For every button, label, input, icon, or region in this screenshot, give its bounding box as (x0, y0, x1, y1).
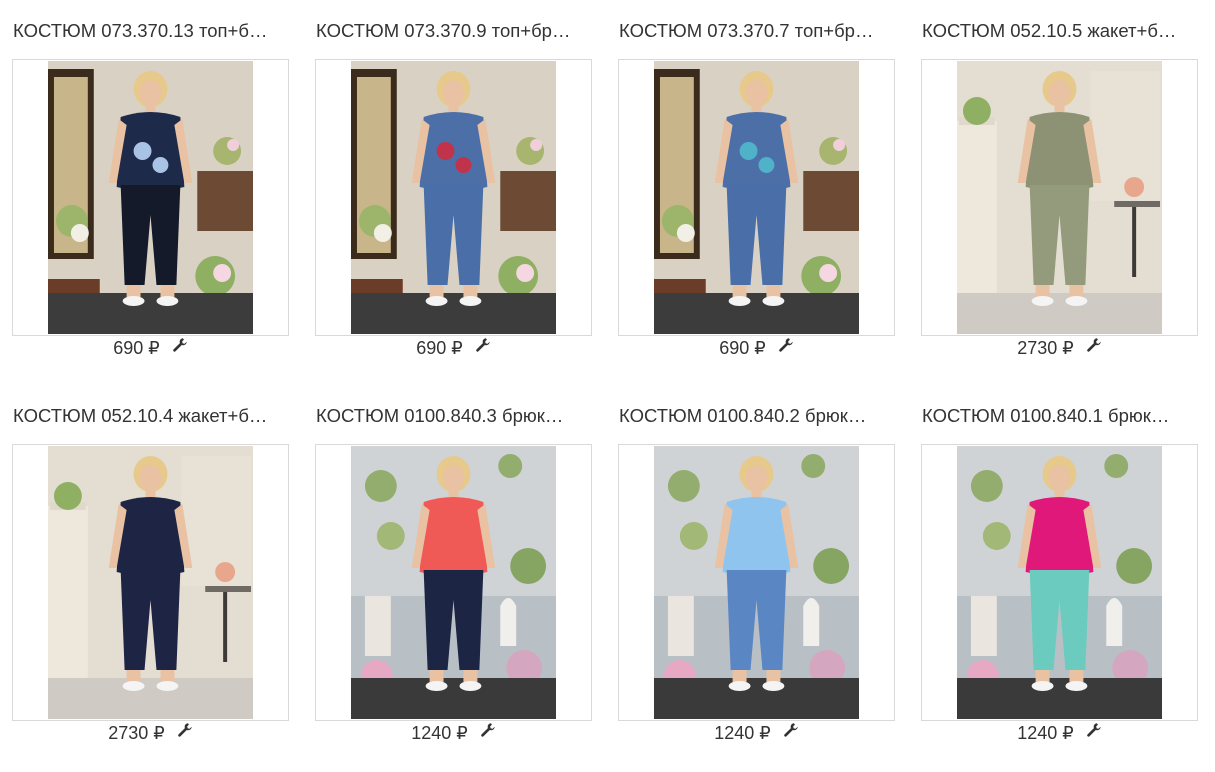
product-title[interactable]: КОСТЮМ 052.10.5 жакет+б… (922, 19, 1197, 43)
product-title[interactable]: КОСТЮМ 073.370.13 топ+б… (13, 19, 288, 43)
wrench-icon[interactable] (475, 337, 491, 353)
product-card: КОСТЮМ 052.10.5 жакет+б… 2730 ₽ (921, 0, 1198, 385)
product-photo[interactable] (654, 61, 859, 334)
product-image-frame[interactable] (921, 444, 1198, 721)
wrench-icon[interactable] (778, 337, 794, 353)
wrench-icon[interactable] (783, 722, 799, 738)
product-card: КОСТЮМ 0100.840.2 брюк… 1240 ₽ (618, 385, 895, 770)
product-image-frame[interactable] (315, 444, 592, 721)
product-photo[interactable] (351, 61, 556, 334)
price-row: 690 ₽ (12, 336, 289, 360)
product-price: 1240 ₽ (411, 722, 468, 743)
product-card: КОСТЮМ 0100.840.1 брюк… 1240 ₽ (921, 385, 1198, 770)
product-title[interactable]: КОСТЮМ 0100.840.3 брюк… (316, 404, 591, 428)
product-photo[interactable] (957, 446, 1162, 719)
product-card: КОСТЮМ 073.370.9 топ+бр… 690 ₽ (315, 0, 592, 385)
product-photo[interactable] (351, 446, 556, 719)
product-title[interactable]: КОСТЮМ 0100.840.2 брюк… (619, 404, 894, 428)
price-row: 690 ₽ (315, 336, 592, 360)
product-title[interactable]: КОСТЮМ 052.10.4 жакет+б… (13, 404, 288, 428)
product-grid: КОСТЮМ 073.370.13 топ+б… 690 ₽ КОСТЮМ 07… (12, 0, 1202, 770)
product-price: 2730 ₽ (108, 722, 165, 743)
product-image-frame[interactable] (12, 444, 289, 721)
product-card: КОСТЮМ 0100.840.3 брюк… 1240 ₽ (315, 385, 592, 770)
product-photo[interactable] (48, 61, 253, 334)
price-row: 1240 ₽ (618, 721, 895, 745)
product-price: 2730 ₽ (1017, 337, 1074, 358)
price-row: 690 ₽ (618, 336, 895, 360)
product-price: 1240 ₽ (714, 722, 771, 743)
product-card: КОСТЮМ 052.10.4 жакет+б… 2730 ₽ (12, 385, 289, 770)
product-image-frame[interactable] (921, 59, 1198, 336)
product-photo[interactable] (957, 61, 1162, 334)
product-image-frame[interactable] (12, 59, 289, 336)
price-row: 2730 ₽ (921, 336, 1198, 360)
product-image-frame[interactable] (618, 59, 895, 336)
product-photo[interactable] (654, 446, 859, 719)
wrench-icon[interactable] (1086, 722, 1102, 738)
wrench-icon[interactable] (172, 337, 188, 353)
product-price: 690 ₽ (719, 337, 766, 358)
product-card: КОСТЮМ 073.370.13 топ+б… 690 ₽ (12, 0, 289, 385)
product-title[interactable]: КОСТЮМ 073.370.9 топ+бр… (316, 19, 591, 43)
product-title[interactable]: КОСТЮМ 0100.840.1 брюк… (922, 404, 1197, 428)
product-card: КОСТЮМ 073.370.7 топ+бр… 690 ₽ (618, 0, 895, 385)
wrench-icon[interactable] (177, 722, 193, 738)
product-price: 690 ₽ (416, 337, 463, 358)
product-price: 690 ₽ (113, 337, 160, 358)
wrench-icon[interactable] (480, 722, 496, 738)
product-title[interactable]: КОСТЮМ 073.370.7 топ+бр… (619, 19, 894, 43)
wrench-icon[interactable] (1086, 337, 1102, 353)
product-image-frame[interactable] (618, 444, 895, 721)
product-photo[interactable] (48, 446, 253, 719)
product-price: 1240 ₽ (1017, 722, 1074, 743)
price-row: 1240 ₽ (315, 721, 592, 745)
price-row: 2730 ₽ (12, 721, 289, 745)
product-image-frame[interactable] (315, 59, 592, 336)
price-row: 1240 ₽ (921, 721, 1198, 745)
